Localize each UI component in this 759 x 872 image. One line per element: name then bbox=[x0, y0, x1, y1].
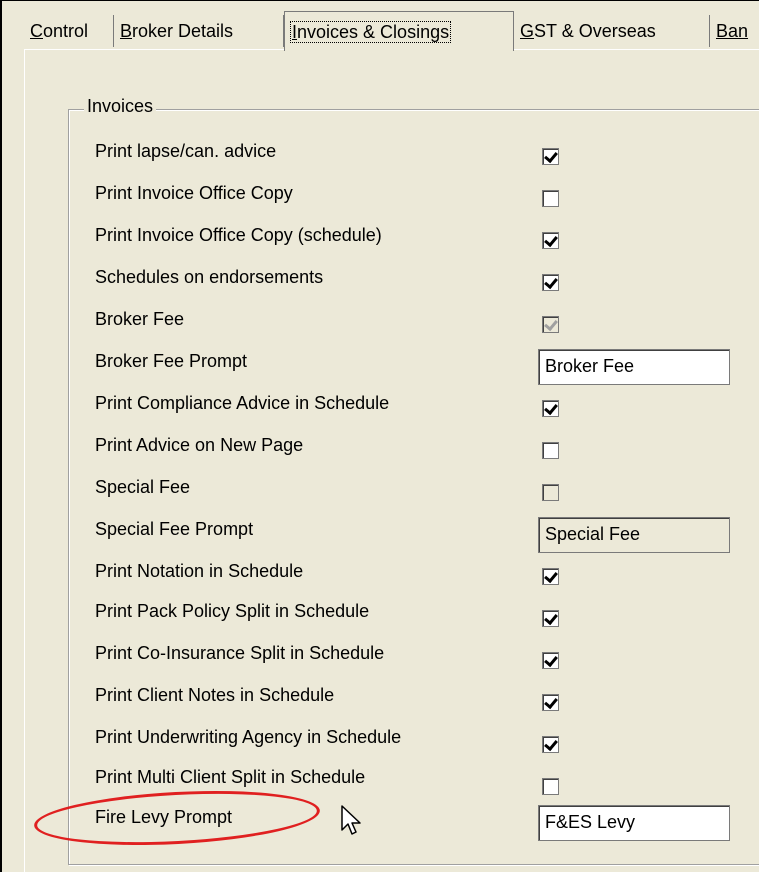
tab-gst-overseas[interactable]: GST & Overseas bbox=[514, 15, 710, 47]
mouse-pointer-icon bbox=[341, 805, 361, 835]
print-multi-client-split-checkbox[interactable] bbox=[542, 778, 559, 795]
print-invoice-office-copy-schedule-label: Print Invoice Office Copy (schedule) bbox=[95, 225, 382, 245]
print-lapse-advice-label: Print lapse/can. advice bbox=[95, 141, 277, 161]
print-underwriting-agency-label: Print Underwriting Agency in Schedule bbox=[95, 727, 402, 747]
fire-levy-prompt-input[interactable]: F&ES Levy bbox=[538, 805, 730, 841]
print-invoice-office-copy-label: Print Invoice Office Copy bbox=[95, 183, 293, 203]
broker-fee-prompt-input[interactable]: Broker Fee bbox=[538, 349, 730, 385]
tab-banking[interactable]: Ban bbox=[710, 15, 759, 47]
print-underwriting-agency-checkbox[interactable] bbox=[542, 736, 559, 753]
print-co-insurance-split-label: Print Co-Insurance Split in Schedule bbox=[95, 643, 385, 663]
special-fee-prompt-input[interactable]: Special Fee bbox=[538, 517, 730, 553]
broker-fee-prompt-label: Broker Fee Prompt bbox=[95, 351, 248, 371]
print-notation-checkbox[interactable] bbox=[542, 568, 559, 585]
tab-strip: Control Broker Details Invoices & Closin… bbox=[24, 11, 759, 51]
print-compliance-advice-checkbox[interactable] bbox=[542, 400, 559, 417]
schedules-on-endorsements-label: Schedules on endorsements bbox=[95, 267, 324, 287]
dialog-frame: Control Broker Details Invoices & Closin… bbox=[0, 0, 759, 872]
print-invoice-office-copy-schedule-checkbox[interactable] bbox=[542, 232, 559, 249]
invoices-group-title: Invoices bbox=[84, 96, 157, 117]
schedules-on-endorsements-checkbox[interactable] bbox=[542, 274, 559, 291]
print-advice-new-page-label: Print Advice on New Page bbox=[95, 435, 304, 455]
broker-fee-checkbox[interactable] bbox=[542, 316, 559, 333]
print-notation-label: Print Notation in Schedule bbox=[95, 561, 304, 581]
print-invoice-office-copy-checkbox[interactable] bbox=[542, 190, 559, 207]
print-client-notes-label: Print Client Notes in Schedule bbox=[95, 685, 335, 705]
print-lapse-advice-checkbox[interactable] bbox=[542, 148, 559, 165]
tab-broker-details[interactable]: Broker Details bbox=[114, 15, 284, 47]
tab-invoices-closings[interactable]: Invoices & Closings bbox=[284, 11, 514, 51]
print-pack-policy-split-label: Print Pack Policy Split in Schedule bbox=[95, 601, 370, 621]
print-client-notes-checkbox[interactable] bbox=[542, 694, 559, 711]
special-fee-checkbox[interactable] bbox=[542, 484, 559, 501]
special-fee-prompt-label: Special Fee Prompt bbox=[95, 519, 254, 539]
print-pack-policy-split-checkbox[interactable] bbox=[542, 610, 559, 627]
print-multi-client-split-label: Print Multi Client Split in Schedule bbox=[95, 767, 366, 787]
tab-control[interactable]: Control bbox=[24, 15, 114, 47]
special-fee-label: Special Fee bbox=[95, 477, 191, 497]
print-compliance-advice-label: Print Compliance Advice in Schedule bbox=[95, 393, 390, 413]
print-advice-new-page-checkbox[interactable] bbox=[542, 442, 559, 459]
broker-fee-label: Broker Fee bbox=[95, 309, 185, 329]
print-co-insurance-split-checkbox[interactable] bbox=[542, 652, 559, 669]
